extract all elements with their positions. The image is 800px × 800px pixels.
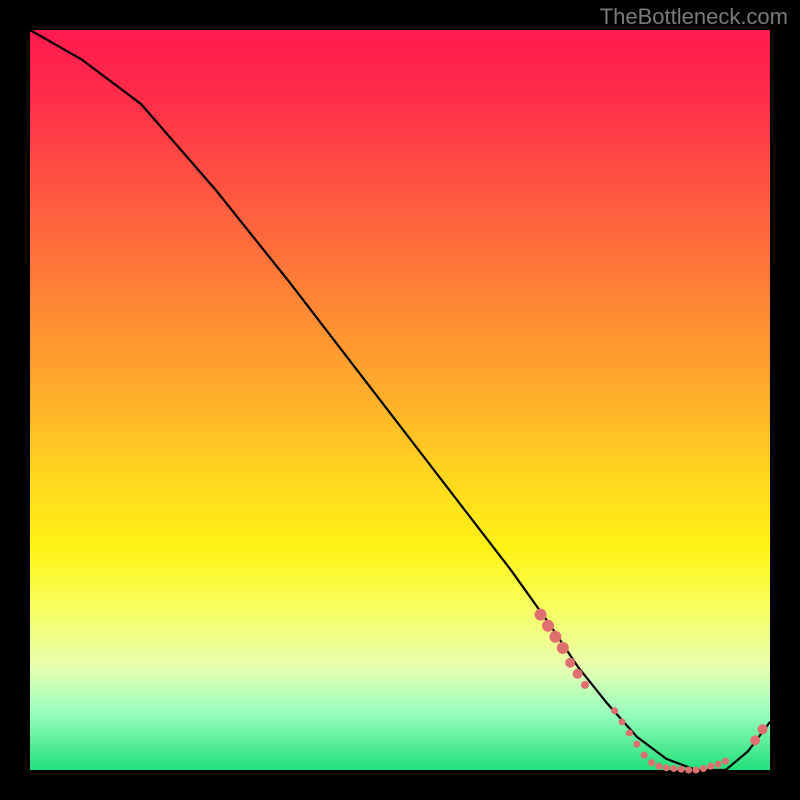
marker-trough	[663, 764, 670, 771]
marker-trough	[648, 759, 655, 766]
marker-trough	[626, 730, 633, 737]
marker-trough	[670, 765, 677, 772]
marker-trough	[619, 718, 626, 725]
curve-line	[30, 30, 770, 770]
marker-trough	[685, 767, 692, 774]
marker-trough	[656, 763, 663, 770]
marker-trough	[722, 758, 729, 765]
marker-trough	[633, 741, 640, 748]
marker-trough	[693, 767, 700, 774]
marker-cluster-left	[535, 609, 547, 621]
marker-cluster-left	[581, 681, 589, 689]
plot-area	[30, 30, 770, 770]
marker-trough	[611, 707, 618, 714]
attribution-label: TheBottleneck.com	[600, 4, 788, 30]
chart-frame: TheBottleneck.com	[0, 0, 800, 800]
marker-trough	[715, 761, 722, 768]
marker-trough	[707, 763, 714, 770]
marker-right-pair	[758, 724, 768, 734]
marker-trough	[700, 765, 707, 772]
chart-svg	[30, 30, 770, 770]
marker-cluster-left	[573, 669, 583, 679]
marker-cluster-left	[542, 620, 554, 632]
marker-cluster-left	[549, 631, 561, 643]
marker-right-pair	[750, 735, 760, 745]
marker-cluster-left	[565, 658, 575, 668]
marker-trough	[641, 752, 648, 759]
marker-trough	[678, 766, 685, 773]
marker-cluster-left	[557, 642, 569, 654]
